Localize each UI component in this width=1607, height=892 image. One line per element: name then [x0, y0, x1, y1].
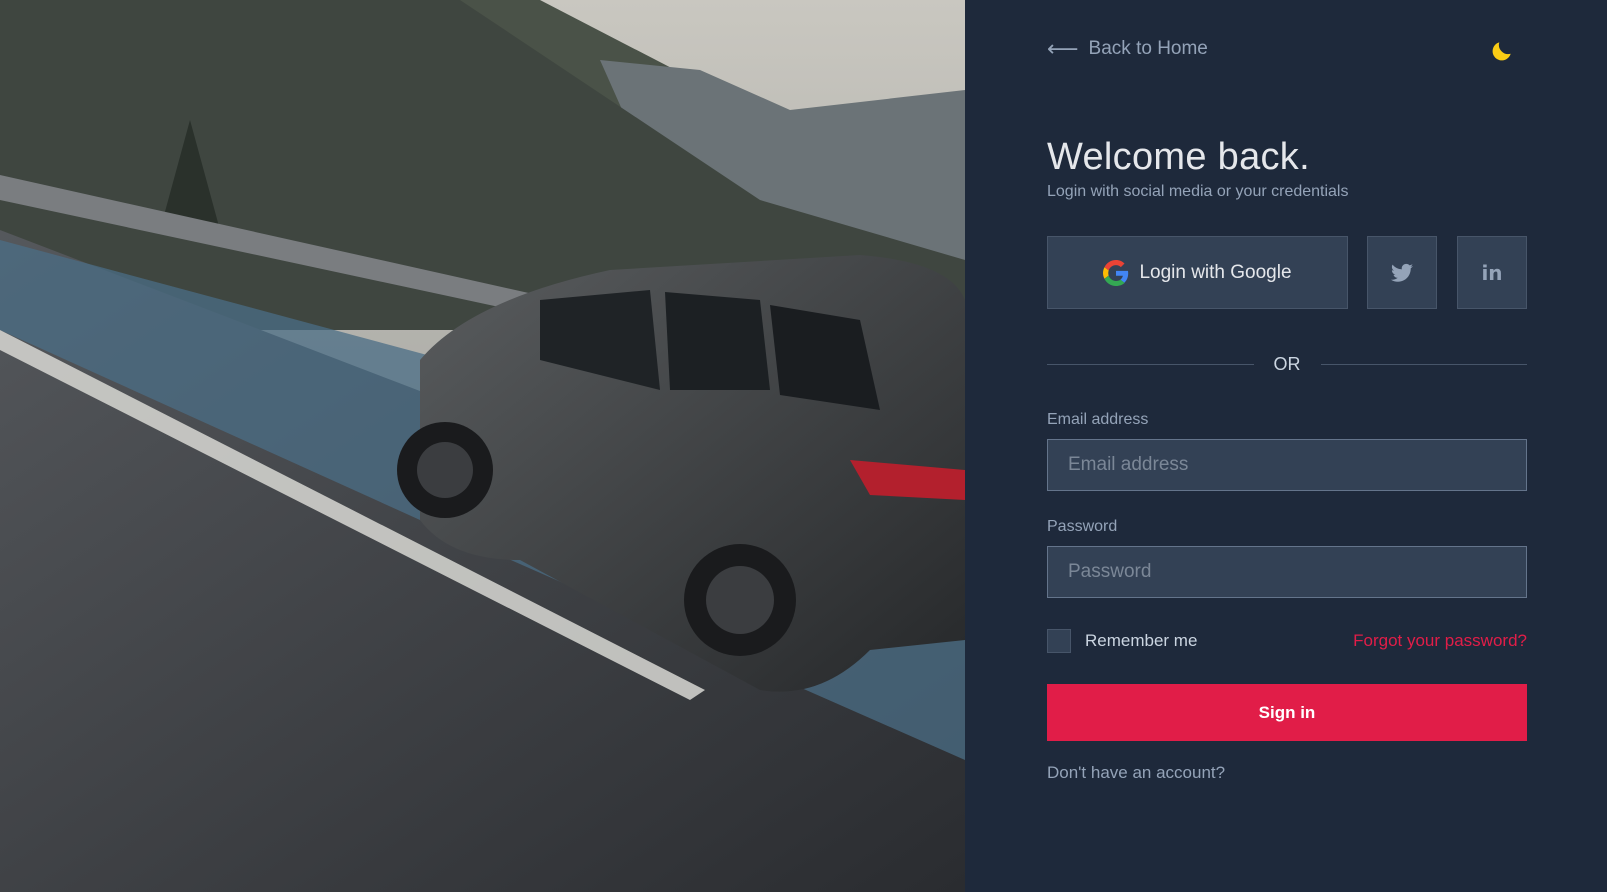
sign-up-link[interactable]: Don't have an account? — [1047, 763, 1225, 783]
twitter-icon — [1391, 263, 1413, 282]
divider-line-left — [1047, 363, 1254, 365]
login-with-twitter-button[interactable] — [1367, 236, 1437, 309]
login-with-linkedin-button[interactable]: in — [1457, 236, 1527, 309]
login-with-google-label: Login with Google — [1139, 261, 1292, 283]
login-with-google-button[interactable]: Login with Google — [1047, 236, 1348, 309]
remember-me-toggle[interactable]: Remember me — [1047, 629, 1197, 653]
email-input[interactable] — [1047, 439, 1527, 491]
arrow-left-icon: ⟵ — [1047, 36, 1079, 61]
divider-text: OR — [1273, 353, 1301, 374]
page-title: Welcome back. — [1047, 136, 1310, 178]
login-panel: ⟵ Back to Home Welcome back. Login with … — [965, 0, 1607, 892]
moon-icon[interactable] — [1489, 38, 1515, 64]
sign-in-button[interactable]: Sign in — [1047, 684, 1527, 741]
password-input[interactable] — [1047, 546, 1527, 598]
divider-line-right — [1320, 363, 1527, 365]
remember-me-label: Remember me — [1085, 631, 1198, 650]
linkedin-icon: in — [1481, 260, 1503, 285]
email-label: Email address — [1047, 411, 1149, 428]
or-divider: OR — [1047, 352, 1527, 376]
forgot-password-link[interactable]: Forgot your password? — [1353, 631, 1527, 651]
back-to-home-label: Back to Home — [1088, 38, 1208, 59]
back-to-home-link[interactable]: ⟵ Back to Home — [1047, 38, 1208, 60]
hero-image — [0, 0, 965, 892]
remember-me-checkbox[interactable] — [1047, 629, 1071, 653]
google-icon — [1103, 259, 1129, 286]
password-label: Password — [1047, 518, 1118, 535]
page-subtitle: Login with social media or your credenti… — [1047, 183, 1349, 200]
car-on-mountain-road-illustration — [0, 0, 965, 892]
